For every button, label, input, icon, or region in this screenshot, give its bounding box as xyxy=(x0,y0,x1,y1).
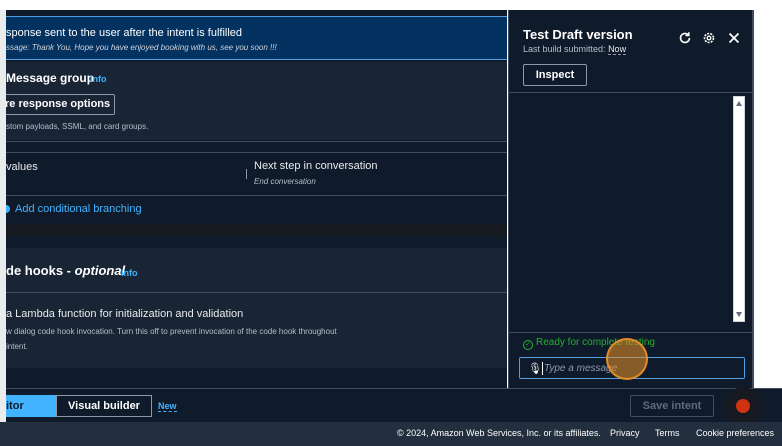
close-icon[interactable] xyxy=(727,31,741,47)
tab-visual-builder[interactable]: Visual builder xyxy=(56,395,152,417)
text-caret xyxy=(542,362,543,375)
code-hooks-info-link[interactable]: Info xyxy=(121,268,138,278)
message-group-title: Message group xyxy=(6,71,95,85)
test-panel: Test Draft version Last build submitted:… xyxy=(508,10,753,388)
privacy-link[interactable]: Privacy xyxy=(610,428,640,438)
divider xyxy=(6,141,507,142)
code-hooks-body: a Lambda function for initialization and… xyxy=(6,292,507,368)
right-edge-border xyxy=(752,10,754,388)
values-row: values Next step in conversation End con… xyxy=(6,152,507,196)
code-hooks-title-text: de hooks - xyxy=(6,263,75,278)
column-divider xyxy=(246,169,247,179)
lambda-toggle-label[interactable]: a Lambda function for initialization and… xyxy=(6,308,243,320)
code-hook-description: w dialog code hook invocation. Turn this… xyxy=(6,327,337,336)
top-edge xyxy=(0,0,782,10)
code-hook-description-cont: intent. xyxy=(6,342,28,351)
values-label: values xyxy=(6,161,38,173)
more-response-options-label: re response options xyxy=(6,98,111,110)
chat-transcript xyxy=(519,96,745,322)
record-button[interactable] xyxy=(724,387,762,425)
editor-footer: itor Visual builder New Save intent xyxy=(6,387,782,425)
check-circle-icon: ✓ xyxy=(523,340,533,350)
microphone-icon[interactable]: 🎙 xyxy=(528,362,542,375)
panel-divider xyxy=(509,92,753,93)
record-icon xyxy=(736,399,750,413)
next-step-value: End conversation xyxy=(254,177,316,186)
expand-toggle-icon[interactable] xyxy=(6,205,10,213)
new-badge: New xyxy=(158,401,177,412)
cookie-preferences-link[interactable]: Cookie preferences xyxy=(696,428,774,438)
next-step-label: Next step in conversation xyxy=(254,160,378,172)
code-hooks-title: de hooks - optional xyxy=(6,263,125,278)
refresh-icon[interactable] xyxy=(678,31,692,47)
add-conditional-branching-link[interactable]: Add conditional branching xyxy=(15,203,142,215)
message-group-info-link[interactable]: Info xyxy=(90,74,107,84)
closing-response-banner: sponse sent to the user after the intent… xyxy=(6,16,507,60)
last-build-value: Now xyxy=(608,44,627,55)
page-footer: © 2024, Amazon Web Services, Inc. or its… xyxy=(0,422,782,446)
copyright-text: © 2024, Amazon Web Services, Inc. or its… xyxy=(397,428,601,438)
more-response-options-button[interactable]: re response options xyxy=(6,94,115,115)
inspect-button[interactable]: Inspect xyxy=(523,64,587,86)
app-frame: sponse sent to the user after the intent… xyxy=(0,0,782,446)
terms-link[interactable]: Terms xyxy=(655,428,680,438)
last-build-label: Last build submitted: xyxy=(523,44,609,54)
code-hooks-optional: optional xyxy=(74,263,126,278)
tab-editor[interactable]: itor xyxy=(6,395,56,417)
banner-title: sponse sent to the user after the intent… xyxy=(6,27,243,39)
last-build-info: Last build submitted: Now xyxy=(523,44,627,55)
intent-editor: sponse sent to the user after the intent… xyxy=(6,10,507,388)
chat-scrollbar[interactable] xyxy=(733,96,745,322)
scroll-down-icon[interactable] xyxy=(736,312,742,317)
code-hooks-header: de hooks - optional Info xyxy=(6,248,507,292)
save-intent-button[interactable]: Save intent xyxy=(630,395,714,417)
gear-icon[interactable] xyxy=(702,31,716,47)
test-panel-title: Test Draft version xyxy=(523,27,633,42)
conditional-row: Add conditional branching xyxy=(6,197,507,223)
section-gap xyxy=(6,224,507,236)
click-indicator xyxy=(606,338,648,380)
message-group-section: Message group Info re response options s… xyxy=(6,62,507,140)
scroll-up-icon[interactable] xyxy=(736,101,742,106)
banner-message: ssage: Thank You, Hope you have enjoyed … xyxy=(6,43,277,52)
right-edge xyxy=(752,10,782,388)
message-group-helper: stom payloads, SSML, and card groups. xyxy=(6,122,149,131)
panel-divider-bottom xyxy=(509,332,753,333)
